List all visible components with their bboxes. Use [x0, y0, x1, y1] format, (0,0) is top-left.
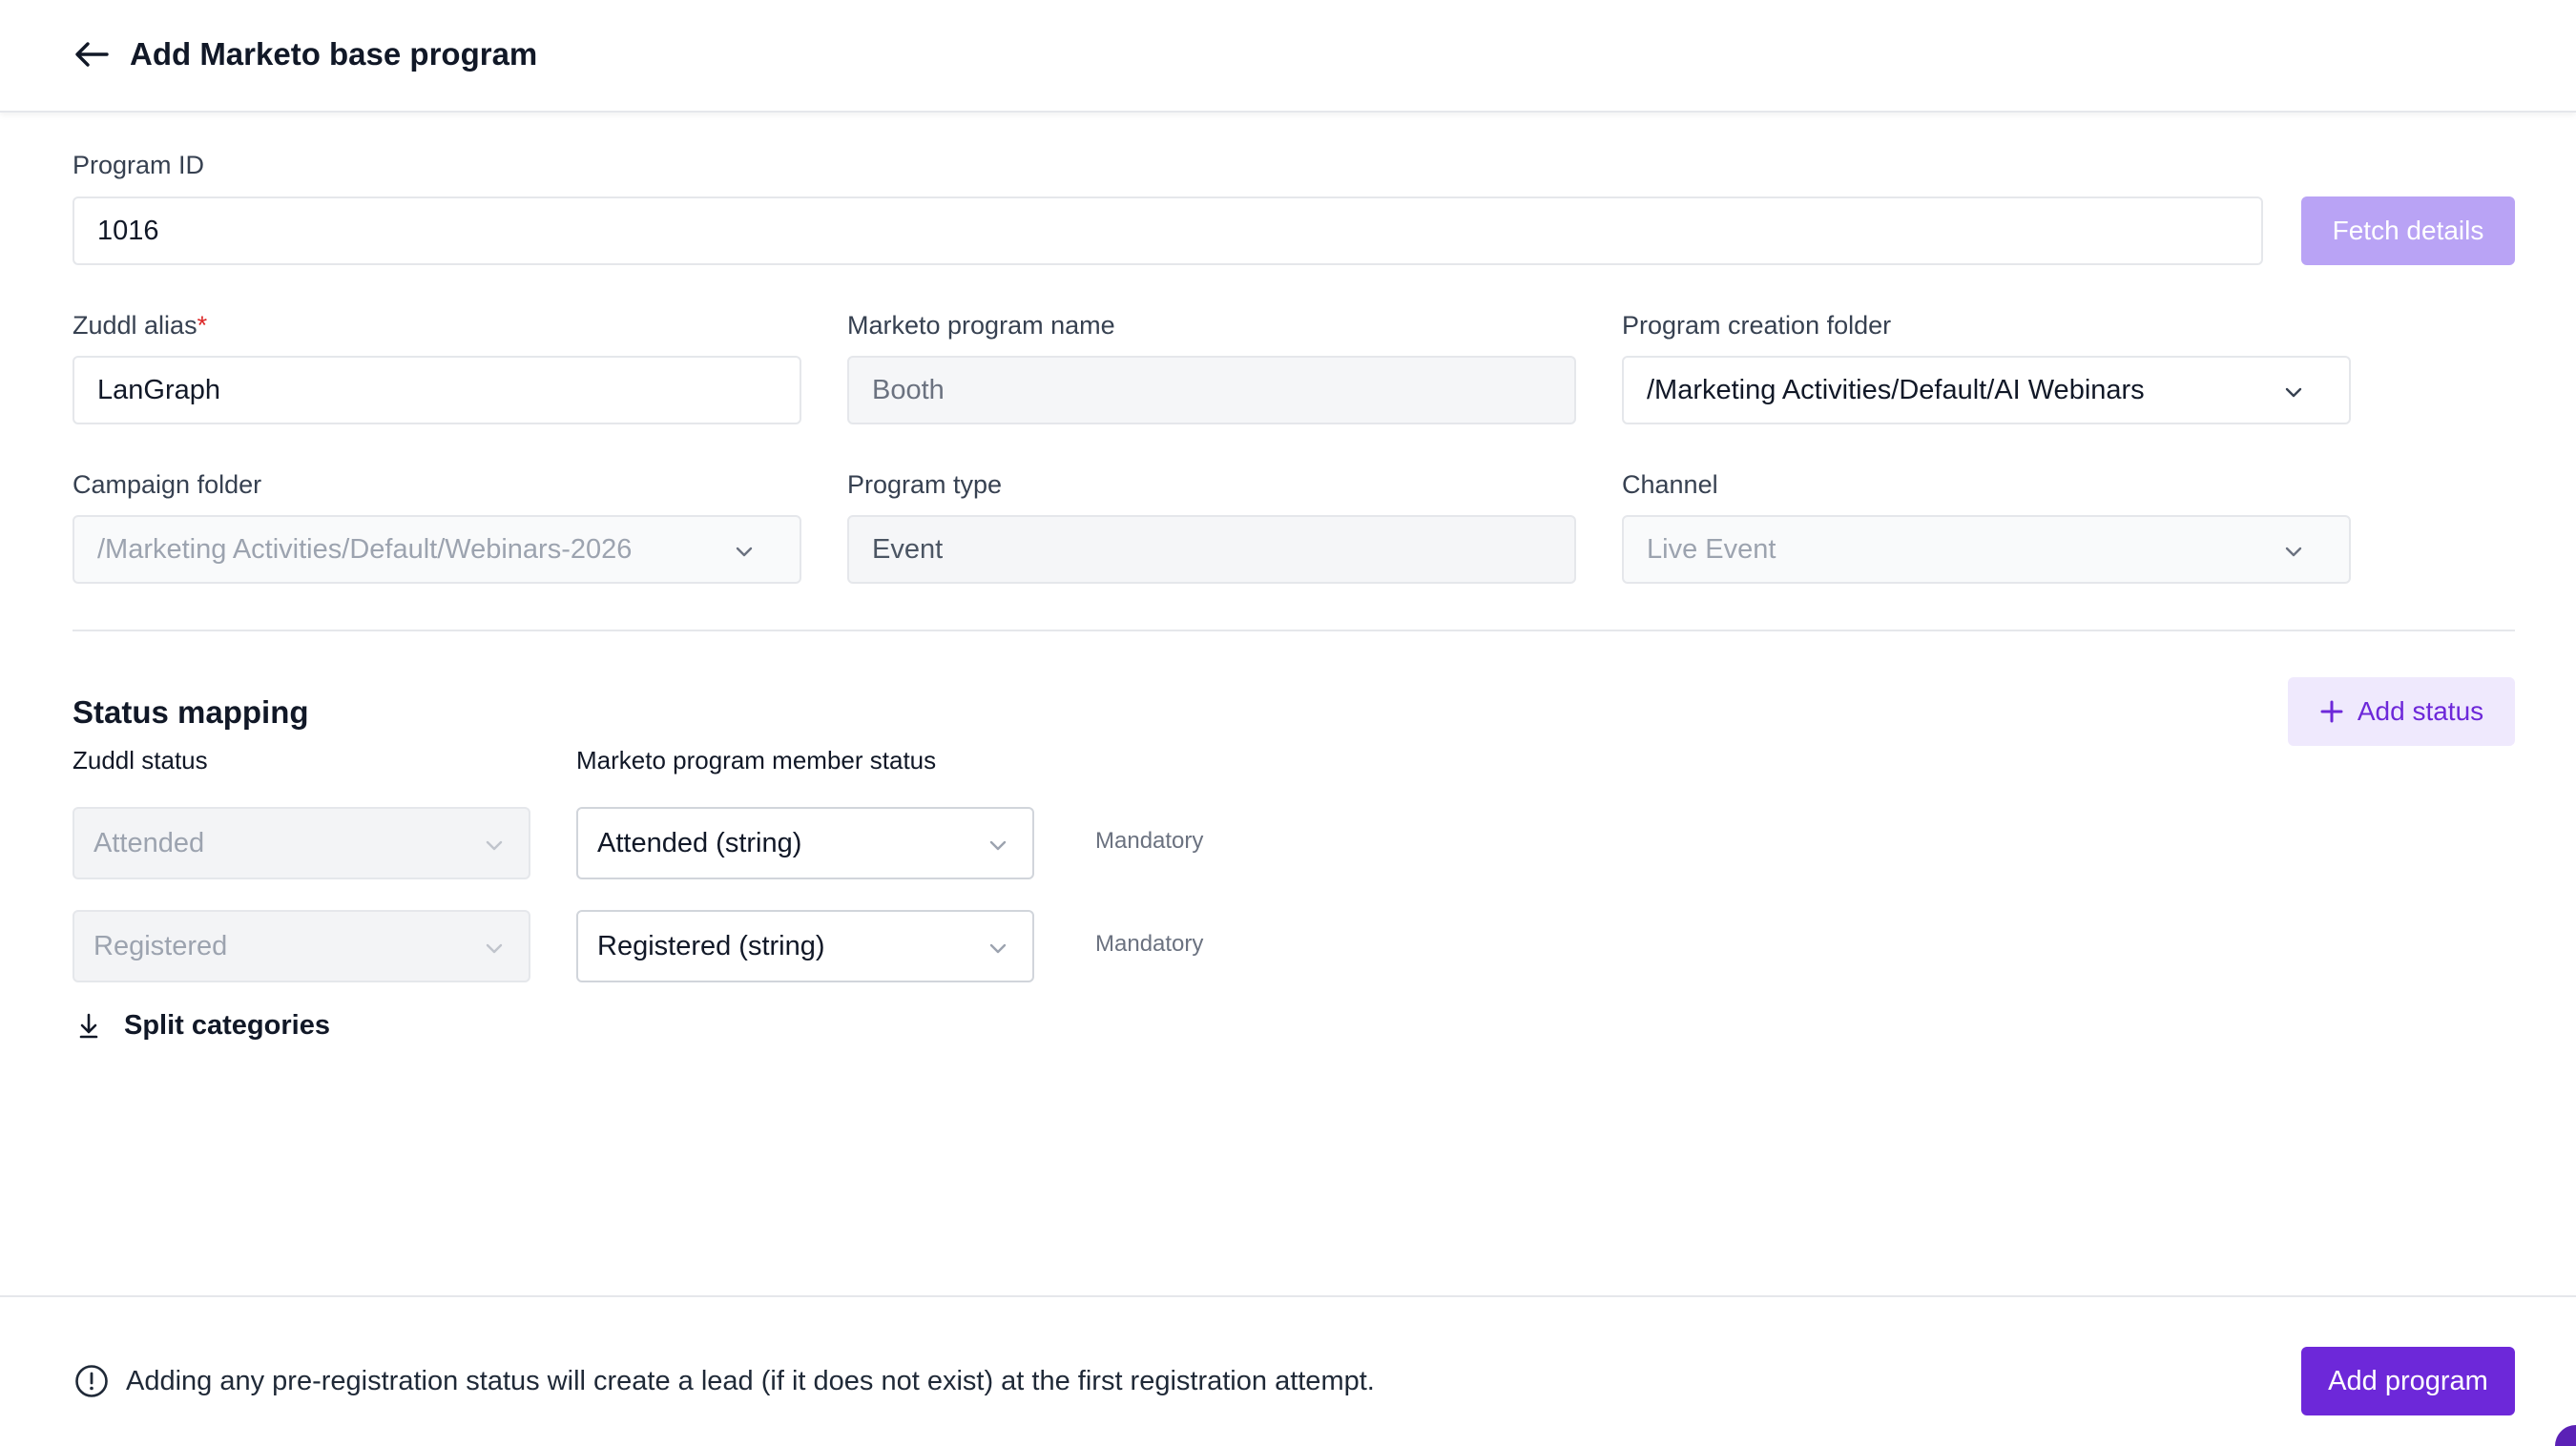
marketo-status-header: Marketo program member status — [576, 746, 937, 775]
split-categories-button[interactable]: Split categories — [73, 1009, 330, 1042]
zuddl-status-select: Registered — [73, 910, 530, 982]
mandatory-label: Mandatory — [1095, 828, 1204, 854]
zuddl-alias-input[interactable]: LanGraph — [73, 356, 801, 424]
marketo-program-name-input: Booth — [847, 356, 1576, 424]
marketo-program-name-label: Marketo program name — [847, 311, 1115, 340]
page-header: Add Marketo base program — [0, 0, 2576, 113]
chevron-down-icon — [736, 547, 753, 557]
split-down-icon — [79, 1013, 98, 1039]
chevron-down-icon — [989, 840, 1007, 851]
add-status-label: Add status — [2357, 696, 2484, 726]
program-type-input: Event — [847, 515, 1576, 584]
channel-value: Live Event — [1647, 533, 1776, 565]
chevron-down-icon — [486, 840, 503, 851]
add-status-button[interactable]: Add status — [2288, 677, 2515, 746]
program-type-label: Program type — [847, 470, 1003, 499]
marketo-status-select[interactable]: Registered (string) — [576, 910, 1034, 982]
back-button[interactable] — [71, 36, 113, 72]
status-mapping-title: Status mapping — [73, 694, 309, 730]
plus-icon — [2320, 700, 2343, 723]
program-id-value: 1016 — [97, 215, 159, 246]
chevron-down-icon — [2285, 547, 2302, 557]
marketo-status-select[interactable]: Attended (string) — [576, 807, 1034, 879]
chevron-down-icon — [989, 943, 1007, 954]
info-text: Adding any pre-registration status will … — [126, 1366, 1375, 1396]
zuddl-status-value: Attended — [93, 827, 205, 858]
campaign-folder-label: Campaign folder — [73, 470, 262, 499]
mandatory-label: Mandatory — [1095, 931, 1204, 957]
zuddl-status-value: Registered — [93, 930, 228, 961]
program-creation-folder-value: /Marketing Activities/Default/AI Webinar… — [1647, 374, 2145, 405]
zuddl-status-select: Attended — [73, 807, 530, 879]
required-mark: * — [197, 311, 208, 340]
chevron-down-icon — [486, 943, 503, 954]
arrow-left-icon — [75, 42, 109, 67]
chevron-down-icon — [2285, 387, 2302, 398]
channel-select: Live Event — [1622, 515, 2351, 584]
page-title: Add Marketo base program — [130, 36, 538, 72]
zuddl-alias-value: LanGraph — [97, 374, 220, 405]
zuddl-alias-label: Zuddl alias* — [73, 311, 208, 340]
program-id-label: Program ID — [73, 151, 205, 179]
channel-label: Channel — [1622, 470, 1718, 499]
add-program-button[interactable]: Add program — [2301, 1347, 2515, 1415]
split-categories-label: Split categories — [124, 1009, 330, 1041]
marketo-program-name-value: Booth — [872, 374, 945, 405]
page-footer: Adding any pre-registration status will … — [0, 1295, 2576, 1446]
section-divider — [73, 630, 2515, 631]
program-creation-folder-select[interactable]: /Marketing Activities/Default/AI Webinar… — [1622, 356, 2351, 424]
info-icon — [75, 1365, 108, 1397]
fetch-details-button[interactable]: Fetch details — [2301, 196, 2515, 265]
marketo-status-value: Attended (string) — [597, 827, 802, 858]
program-id-input[interactable]: 1016 — [73, 196, 2263, 265]
program-creation-folder-label: Program creation folder — [1622, 311, 1892, 340]
zuddl-status-header: Zuddl status — [73, 746, 208, 775]
campaign-folder-value: /Marketing Activities/Default/Webinars-2… — [97, 533, 633, 565]
marketo-status-value: Registered (string) — [597, 930, 825, 961]
campaign-folder-select: /Marketing Activities/Default/Webinars-2… — [73, 515, 801, 584]
program-type-value: Event — [872, 533, 944, 565]
